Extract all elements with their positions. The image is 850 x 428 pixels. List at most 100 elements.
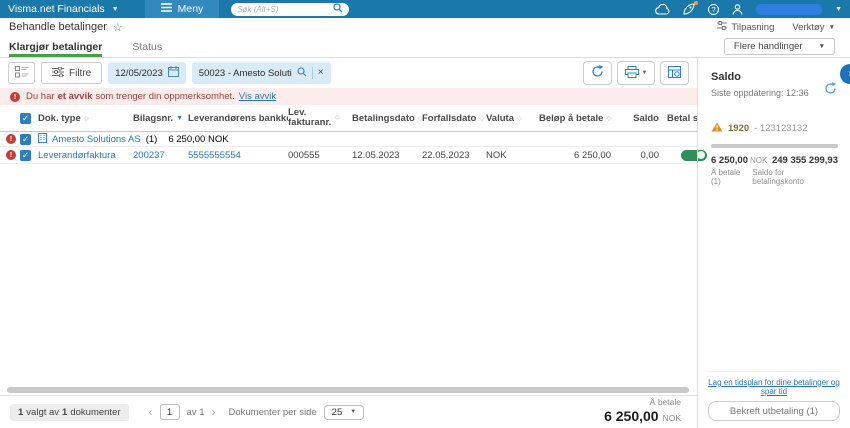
refresh-balance-icon[interactable] bbox=[824, 82, 837, 98]
chevron-down-icon: ▼ bbox=[350, 409, 357, 415]
col-bankkonto[interactable]: Leverandørens bankkonto◇ bbox=[188, 113, 288, 124]
notification-dot bbox=[694, 1, 699, 5]
page-number-input[interactable] bbox=[159, 404, 180, 420]
alert-icon: ! bbox=[10, 91, 20, 102]
col-lev-fakturanr[interactable]: Lev. fakturanr. ◇ bbox=[288, 108, 352, 129]
filter-label: Filtre bbox=[69, 67, 92, 79]
help-icon[interactable]: ? bbox=[708, 3, 720, 15]
schedule-link[interactable]: Lag en tidsplan for dine betalinger og s… bbox=[708, 378, 840, 396]
customize-label: Tilpasning bbox=[731, 21, 775, 33]
toolbar-right: ▼ bbox=[583, 61, 689, 85]
page-title: Behandle betalinger bbox=[9, 21, 107, 33]
main-panel: Filtre 12/05/2023 50023 - Amesto Soluti … bbox=[0, 58, 707, 428]
row-checkbox[interactable]: ✓ bbox=[20, 149, 31, 161]
lookup-icon bbox=[297, 66, 307, 80]
table-settings-icon bbox=[668, 65, 681, 81]
payment-date: 12.05.2023 bbox=[352, 149, 400, 161]
group-checkbox[interactable]: ✓ bbox=[20, 133, 31, 145]
col-valuta[interactable]: Valuta ◇ bbox=[486, 113, 539, 124]
tools-menu[interactable]: Verktøy ▼ bbox=[792, 22, 835, 33]
col-forfallsdato[interactable]: Forfallsdato ◇ bbox=[422, 113, 486, 124]
supplier-filter-chip[interactable]: 50023 - Amesto Soluti × bbox=[191, 62, 331, 84]
search-input[interactable] bbox=[237, 4, 334, 14]
col-saldo[interactable]: Saldo bbox=[619, 113, 667, 124]
alert-text: Du har et avvik som trenger din oppmerksom… bbox=[26, 91, 277, 102]
brand-menu[interactable]: Visma.net Financials ▼ bbox=[8, 3, 119, 15]
due-amount: 6 250,00 bbox=[711, 155, 748, 166]
due-currency: NOK bbox=[749, 156, 768, 165]
balance-bar bbox=[711, 144, 838, 148]
per-page-select[interactable]: 25 ▼ bbox=[323, 404, 365, 420]
balance-label: Saldo for betalingskonto bbox=[752, 168, 804, 186]
search-icon[interactable] bbox=[333, 0, 343, 18]
selection-badge: 1 valgt av 1 dokumenter bbox=[10, 403, 129, 421]
user-menu-chevron-icon[interactable]: ▼ bbox=[835, 6, 842, 13]
collapse-panel-button[interactable]: › bbox=[840, 64, 850, 84]
more-actions-button[interactable]: Flere handlinger ▼ bbox=[723, 38, 835, 55]
supplier-group-row: ! ✓ Amesto Solutions AS (1) 6 250,00 NOK bbox=[0, 132, 697, 147]
supplier-link[interactable]: Amesto Solutions AS bbox=[52, 134, 141, 145]
tab-bar: Klargjør betalinger Status Flere handlin… bbox=[0, 36, 850, 58]
filter-button[interactable]: Filtre bbox=[41, 62, 103, 84]
payment-account-row[interactable]: 1920 - 123123132 bbox=[711, 122, 838, 135]
sliders-icon bbox=[717, 21, 728, 33]
cloud-sync-icon[interactable] bbox=[655, 3, 670, 15]
refresh-button[interactable] bbox=[583, 61, 612, 85]
top-bar: Visma.net Financials ▼ Meny ? ▼ bbox=[0, 0, 850, 18]
col-betal-separat[interactable]: Betal sepa bbox=[667, 113, 697, 124]
subheader: Behandle betalinger ☆ Tilpasning Verktøy… bbox=[0, 18, 850, 36]
tab-status[interactable]: Status bbox=[132, 36, 162, 57]
group-view-button[interactable] bbox=[8, 62, 35, 84]
table-header: ✓ Dok. type ◇ Bilagsnr. ▼ Leverandørens ba… bbox=[0, 105, 697, 132]
date-filter-chip[interactable]: 12/05/2023 bbox=[108, 62, 186, 84]
supplier-filter-value: 50023 - Amesto Soluti bbox=[198, 67, 292, 79]
calendar-icon bbox=[167, 66, 179, 80]
favorite-star-icon[interactable]: ☆ bbox=[113, 21, 123, 34]
confirm-payment-button[interactable]: Bekreft utbetaling (1) bbox=[708, 401, 840, 421]
user-name-redacted[interactable] bbox=[756, 3, 823, 15]
menu-button[interactable]: Meny bbox=[144, 0, 220, 18]
sort-icon: ◇ bbox=[335, 114, 340, 122]
balance-amount: 249 355 299,93 bbox=[771, 155, 838, 166]
sort-icon: ◇ bbox=[83, 115, 89, 122]
print-export-button[interactable]: ▼ bbox=[617, 61, 655, 85]
scrollbar-thumb[interactable] bbox=[7, 387, 689, 393]
top-icon-group: ? ▼ bbox=[655, 1, 842, 15]
col-betalingsdato[interactable]: Betalingsdato ◇ bbox=[352, 113, 422, 124]
col-dok-type[interactable]: Dok. type ◇ bbox=[38, 113, 133, 124]
column-settings-button[interactable] bbox=[660, 61, 689, 85]
show-deviation-link[interactable]: Vis avvik bbox=[239, 91, 276, 102]
table-empty-area bbox=[0, 164, 697, 386]
date-filter-value: 12/05/2023 bbox=[115, 67, 163, 79]
group-by-icon bbox=[14, 65, 29, 81]
print-icon bbox=[624, 65, 639, 81]
balance: 0,00 bbox=[640, 149, 660, 161]
alert-icon: ! bbox=[6, 150, 16, 160]
subheader-actions: Tilpasning Verktøy ▼ bbox=[717, 21, 835, 33]
total-to-pay: Å betale 6 250,00 NOK bbox=[604, 397, 687, 428]
whats-new-rocket-icon[interactable] bbox=[683, 1, 699, 15]
chevron-down-icon: ▼ bbox=[641, 70, 648, 76]
due-label: Å betale (1) bbox=[711, 168, 741, 186]
col-bilagsnr[interactable]: Bilagsnr. ▼ bbox=[133, 113, 188, 124]
global-search bbox=[231, 0, 350, 18]
bank-account-link[interactable]: 5555555554 bbox=[188, 150, 288, 161]
voucher-number-link[interactable]: 200237 bbox=[133, 150, 188, 161]
brand-label: Visma.net Financials bbox=[8, 3, 105, 15]
page-of-label: av 1 bbox=[186, 406, 205, 418]
chip-divider bbox=[311, 67, 313, 79]
user-icon[interactable] bbox=[732, 3, 743, 15]
customize-button[interactable]: Tilpasning bbox=[717, 21, 774, 33]
col-belop[interactable]: Beløp å betale ◇ bbox=[539, 113, 619, 124]
sort-icon: ◇ bbox=[517, 115, 522, 122]
balance-labels: Å betale (1) Saldo for betalingskonto bbox=[711, 168, 838, 186]
tab-prepare-payments[interactable]: Klargjør betalinger bbox=[9, 36, 103, 57]
horizontal-scrollbar bbox=[0, 386, 697, 395]
doc-type-link[interactable]: Leverandørfaktura bbox=[38, 150, 133, 161]
prev-page-button[interactable]: ‹ bbox=[149, 406, 153, 418]
next-page-button[interactable]: › bbox=[211, 406, 215, 418]
sidebar-footer: Lag en tidsplan for dine betalinger og s… bbox=[708, 370, 840, 421]
select-all-checkbox[interactable]: ✓ bbox=[20, 112, 31, 124]
balance-sidebar: › Saldo Siste oppdatering: 12:36 1920 - … bbox=[697, 58, 850, 428]
close-icon[interactable]: × bbox=[318, 68, 324, 78]
